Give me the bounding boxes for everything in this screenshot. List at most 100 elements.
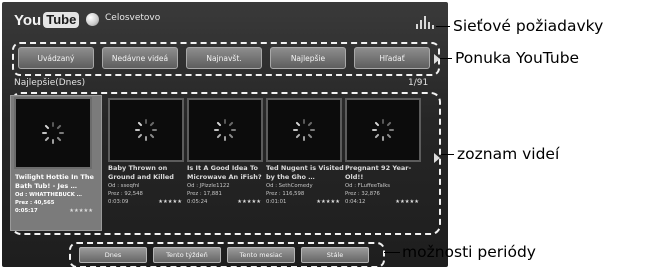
- chevron-right-icon[interactable]: [434, 54, 440, 64]
- video-thumbnail[interactable]: [345, 98, 421, 162]
- spinner-tick: [152, 129, 157, 131]
- spinner-tick: [56, 136, 62, 142]
- callout-line-menu: [440, 58, 452, 59]
- spinner-tick: [228, 133, 234, 139]
- spinner-tick: [44, 124, 50, 130]
- youtube-logo: You Tube: [14, 11, 80, 29]
- video-title: Ted Nugent is Visited by the Gho …: [266, 164, 344, 181]
- region-label[interactable]: Celosvetovo: [105, 13, 160, 23]
- spinner-tick: [389, 129, 394, 131]
- spinner-tick: [216, 133, 222, 139]
- video-title: Pregnant 92 Year-Old!!: [345, 164, 412, 181]
- spinner-tick: [135, 129, 140, 131]
- spinner-tick: [214, 129, 219, 131]
- video-footer: 0:03:09 ★★★★★: [108, 198, 188, 206]
- rating-stars-icon: ★★★★★: [395, 199, 419, 205]
- spinner-tick: [224, 119, 226, 124]
- spinner-tick: [59, 132, 64, 134]
- callout-network-requests: Sieťové požiadavky: [453, 17, 604, 35]
- callout-period-options: možnosti periódy: [402, 243, 536, 261]
- video-author: Od : sseqfnl: [108, 183, 140, 189]
- spinner-tick: [372, 129, 377, 131]
- spinner-tick: [145, 119, 147, 124]
- loading-spinner-icon: [135, 119, 157, 141]
- spinner-tick: [307, 121, 313, 127]
- menu-item-most-viewed[interactable]: Najnavšt.: [186, 47, 262, 69]
- video-card[interactable]: Ted Nugent is Visited by the Gho … Od : …: [266, 98, 344, 229]
- spinner-tick: [228, 121, 234, 127]
- logo-tube-text: Tube: [43, 12, 80, 28]
- period-this-month-button[interactable]: Tento mesiac: [227, 247, 295, 263]
- video-title: Is It A Good Idea To Microwave An iFish?: [187, 164, 262, 181]
- video-card[interactable]: Is It A Good Idea To Microwave An iFish?…: [187, 98, 263, 229]
- callout-video-list: zoznam videí: [457, 145, 560, 163]
- loading-spinner-icon: [214, 119, 236, 141]
- video-footer: 0:05:24 ★★★★★: [187, 198, 267, 206]
- video-card[interactable]: Twilight Hottie In The Bath Tub! - Jes ……: [10, 95, 102, 231]
- spinner-tick: [231, 129, 236, 131]
- spinner-tick: [386, 133, 392, 139]
- spinner-tick: [52, 122, 54, 127]
- callout-line-period: [384, 252, 400, 253]
- video-title: Twilight Hottie In The Bath Tub! - Jes …: [15, 173, 94, 190]
- video-duration: 0:05:24: [187, 199, 208, 205]
- spinner-tick: [295, 121, 301, 127]
- video-thumbnail[interactable]: [14, 97, 92, 169]
- spinner-tick: [303, 119, 305, 124]
- menu-item-featured[interactable]: Uvádzaný: [18, 47, 94, 69]
- logo-you-text: You: [14, 11, 42, 29]
- spinner-tick: [42, 132, 47, 134]
- video-footer: 0:01:01 ★★★★★: [266, 198, 346, 206]
- video-duration: 0:03:09: [108, 199, 129, 205]
- spinner-tick: [216, 121, 222, 127]
- spinner-tick: [137, 121, 143, 127]
- signal-strength-icon: [414, 10, 436, 32]
- section-title: Najlepšie(Dnes): [14, 78, 86, 88]
- rating-stars-icon: ★★★★★: [158, 199, 182, 205]
- chevron-right-icon[interactable]: [434, 153, 440, 163]
- page-indicator: 1/91: [408, 78, 429, 88]
- rating-stars-icon: ★★★★★: [69, 208, 93, 214]
- menu-item-top-rated[interactable]: Najlepšie: [270, 47, 346, 69]
- rating-stars-icon: ★★★★★: [316, 199, 340, 205]
- video-thumbnail[interactable]: [266, 98, 342, 162]
- spinner-tick: [310, 129, 315, 131]
- spinner-tick: [145, 136, 147, 141]
- video-info: Ted Nugent is Visited by the Gho … Od : …: [266, 164, 346, 226]
- video-duration: 0:04:12: [345, 199, 366, 205]
- spinner-tick: [374, 121, 380, 127]
- spinner-tick: [52, 139, 54, 144]
- video-views: Prez : 32,876: [345, 191, 380, 197]
- spinner-tick: [56, 124, 62, 130]
- spinner-tick: [295, 133, 301, 139]
- spinner-tick: [44, 136, 50, 142]
- video-views: Prez : 17,881: [187, 191, 222, 197]
- video-views: Prez : 92,548: [108, 191, 143, 197]
- spinner-tick: [386, 121, 392, 127]
- video-thumbnail[interactable]: [187, 98, 263, 162]
- video-card[interactable]: Pregnant 92 Year-Old!! Od : FLuffeeTalks…: [345, 98, 421, 229]
- video-thumbnail[interactable]: [108, 98, 184, 162]
- callout-youtube-menu: Ponuka YouTube: [455, 49, 580, 67]
- period-this-week-button[interactable]: Tento týždeň: [153, 247, 221, 263]
- video-author: Od : SethComedy: [266, 183, 313, 189]
- spinner-tick: [224, 136, 226, 141]
- period-options: Dnes Tento týždeň Tento mesiac Stále: [79, 247, 369, 263]
- video-views: Prez : 40,565: [15, 200, 55, 206]
- spinner-tick: [137, 133, 143, 139]
- video-views: Prez : 116,598: [266, 191, 305, 197]
- menu-item-recent[interactable]: Nedávne videá: [102, 47, 178, 69]
- video-author: Od : WHATTHEBUCK …: [15, 192, 82, 198]
- video-info: Pregnant 92 Year-Old!! Od : FLuffeeTalks…: [345, 164, 425, 226]
- globe-icon: [86, 13, 99, 26]
- menu-item-search[interactable]: Hľadať: [354, 47, 430, 69]
- spinner-tick: [382, 136, 384, 141]
- rating-stars-icon: ★★★★★: [237, 199, 261, 205]
- video-card[interactable]: Baby Thrown on Ground and Killed Od : ss…: [108, 98, 184, 229]
- period-today-button[interactable]: Dnes: [79, 247, 147, 263]
- video-author: Od : JPizzle1122: [187, 183, 230, 189]
- loading-spinner-icon: [293, 119, 315, 141]
- spinner-tick: [307, 133, 313, 139]
- period-all-time-button[interactable]: Stále: [301, 247, 369, 263]
- video-duration: 0:01:01: [266, 199, 287, 205]
